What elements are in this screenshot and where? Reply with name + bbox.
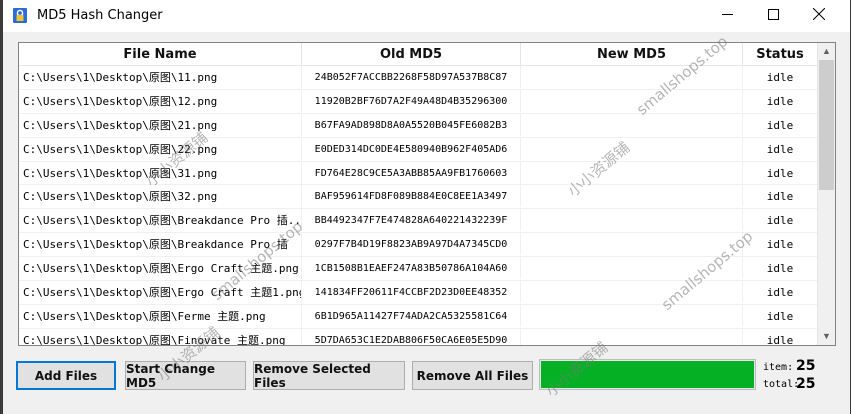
status-cell: idle [743,89,818,112]
table-row[interactable]: C:\Users\1\Desktop\原图\31.png FD764E28C9CE… [19,161,818,186]
file-name-cell: C:\Users\1\Desktop\原图\12.png [23,89,302,112]
table-row[interactable]: C:\Users\1\Desktop\原图\Finovate 主题.png 5D7… [19,328,818,345]
item-label: item: [763,362,794,373]
old-md5-cell: BB4492347F7E474828A640221432239F [302,209,521,232]
table-row[interactable]: C:\Users\1\Desktop\原图\12.png 11920B2BF76D… [19,89,818,114]
status-cell: idle [743,66,818,88]
scroll-up-arrow-icon[interactable]: ▲ [818,43,835,60]
remove-all-files-button[interactable]: Remove All Files [412,361,533,390]
file-name-cell: C:\Users\1\Desktop\原图\32.png [23,185,302,208]
close-button[interactable] [796,0,842,32]
status-cell: idle [743,304,818,327]
maximize-icon [767,7,779,25]
new-md5-cell [521,137,743,160]
list-rows: C:\Users\1\Desktop\原图\11.png 24B052F7ACCB… [19,66,818,345]
table-row[interactable]: C:\Users\1\Desktop\原图\22.png E0DED314DC0D… [19,137,818,162]
status-cell: idle [743,257,818,280]
item-count: 25 [796,358,816,374]
new-md5-cell [521,185,743,208]
old-md5-cell: 0297F7B4D19F8823AB9A97D4A7345CD0 [302,233,521,256]
old-md5-cell: BAF959614FD8F089B884E0C8EE1A3497 [302,185,521,208]
status-cell: idle [743,113,818,136]
file-list[interactable]: File Name Old MD5 New MD5 Status C:\User… [18,42,836,346]
file-name-cell: C:\Users\1\Desktop\原图\Ergo Craft 主题1.png [23,281,302,304]
old-md5-cell: 6B1D965A11427F74ADA2CA5325581C64 [302,304,521,327]
close-icon [812,7,826,25]
minimize-icon [721,7,733,25]
status-cell: idle [743,185,818,208]
file-name-cell: C:\Users\1\Desktop\原图\Breakdance Pro 插 [23,233,302,256]
status-cell: idle [743,281,818,304]
file-name-cell: C:\Users\1\Desktop\原图\Finovate 主题.png [23,328,302,345]
title-bar[interactable]: MD5 Hash Changer [3,0,850,32]
old-md5-cell: B67FA9AD898D8A0A5520B045FE6082B3 [302,113,521,136]
status-cell: idle [743,233,818,256]
total-label: total: [763,379,800,390]
lock-icon [12,7,28,24]
new-md5-cell [521,209,743,232]
file-name-cell: C:\Users\1\Desktop\原图\Ergo Craft 主题.png [23,257,302,280]
old-md5-cell: 24B052F7ACCBB2268F58D97A537B8C87 [302,66,521,88]
table-row[interactable]: C:\Users\1\Desktop\原图\Breakdance Pro 插..… [19,209,818,234]
header-status[interactable]: Status [743,43,818,65]
minimize-button[interactable] [704,0,750,32]
table-row[interactable]: C:\Users\1\Desktop\原图\Breakdance Pro 插 02… [19,233,818,258]
table-row[interactable]: C:\Users\1\Desktop\原图\Ergo Craft 主题1.png… [19,281,818,305]
total-count: 25 [796,376,816,392]
file-name-cell: C:\Users\1\Desktop\原图\Breakdance Pro 插..… [23,209,302,232]
status-cell: idle [743,137,818,160]
new-md5-cell [521,66,743,88]
old-md5-cell: E0DED314DC0DE4E580940B962F405AD6 [302,137,521,160]
list-header: File Name Old MD5 New MD5 Status [19,43,818,66]
status-cell: idle [743,209,818,232]
vertical-scrollbar[interactable]: ▲ ▼ [817,43,835,345]
remove-selected-files-button[interactable]: Remove Selected Files [253,361,405,390]
new-md5-cell [521,257,743,280]
new-md5-cell [521,233,743,256]
old-md5-cell: 1CB1508B1EAEF247A83B50786A104A60 [302,257,521,280]
header-new-md5[interactable]: New MD5 [521,43,743,65]
old-md5-cell: 11920B2BF76D7A2F49A48D4B35296300 [302,89,521,112]
file-name-cell: C:\Users\1\Desktop\原图\Ferme 主题.png [23,304,302,327]
file-name-cell: C:\Users\1\Desktop\原图\22.png [23,137,302,160]
maximize-button[interactable] [750,0,796,32]
progress-fill [541,361,754,388]
start-change-md5-button[interactable]: Start Change MD5 [125,361,246,390]
progress-bar [539,359,756,390]
new-md5-cell [521,281,743,304]
file-name-cell: C:\Users\1\Desktop\原图\31.png [23,161,302,184]
table-row[interactable]: C:\Users\1\Desktop\原图\Ergo Craft 主题.png 1… [19,257,818,282]
new-md5-cell [521,304,743,327]
new-md5-cell [521,328,743,345]
window-title: MD5 Hash Changer [37,8,163,23]
table-row[interactable]: C:\Users\1\Desktop\原图\11.png 24B052F7ACCB… [19,66,818,90]
table-row[interactable]: C:\Users\1\Desktop\原图\21.png B67FA9AD898D… [19,113,818,138]
scroll-down-arrow-icon[interactable]: ▼ [818,328,835,345]
status-cell: idle [743,328,818,345]
new-md5-cell [521,113,743,136]
status-cell: idle [743,161,818,184]
header-old-md5[interactable]: Old MD5 [302,43,521,65]
old-md5-cell: FD764E28C9CE5A3ABB85AA9FB1760603 [302,161,521,184]
app-window: MD5 Hash Changer File Name Old MD5 New M… [3,0,850,414]
header-file-name[interactable]: File Name [19,43,302,65]
scrollbar-thumb[interactable] [819,60,834,190]
old-md5-cell: 141834FF20611F4CCBF2D23D0EE48352 [302,281,521,304]
table-row[interactable]: C:\Users\1\Desktop\原图\32.png BAF959614FD8… [19,185,818,210]
old-md5-cell: 5D7DA653C1E2DAB806F50CA6E05E5D90 [302,328,521,345]
file-name-cell: C:\Users\1\Desktop\原图\21.png [23,113,302,136]
new-md5-cell [521,89,743,112]
table-row[interactable]: C:\Users\1\Desktop\原图\Ferme 主题.png 6B1D96… [19,304,818,329]
add-files-button[interactable]: Add Files [16,361,116,390]
new-md5-cell [521,161,743,184]
file-name-cell: C:\Users\1\Desktop\原图\11.png [23,66,302,88]
